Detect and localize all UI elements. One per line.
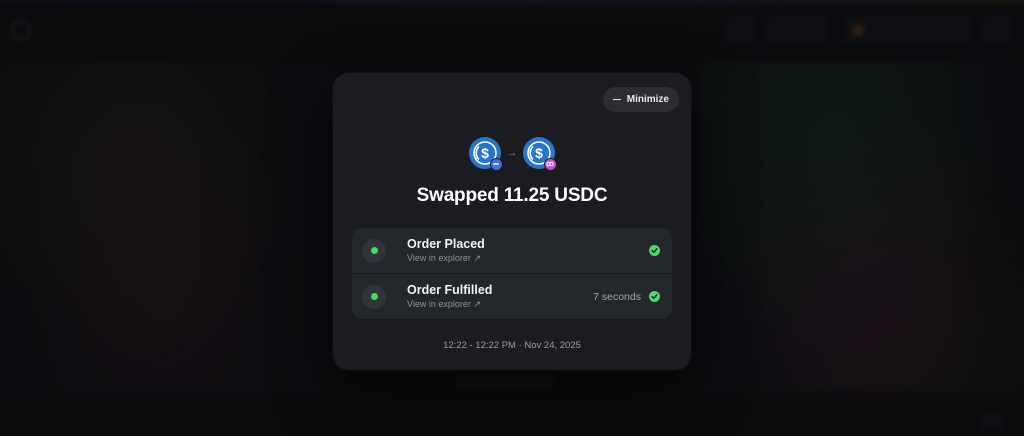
- swap-status-modal: Minimize $ → $ Swapped 11.25 USDC Order …: [333, 73, 691, 370]
- source-token: $: [469, 137, 503, 171]
- arrow-right-icon: →: [507, 147, 517, 159]
- step-order-placed: Order Placed View in explorer ↗: [352, 228, 672, 273]
- modal-title: Swapped 11.25 USDC: [416, 185, 608, 206]
- swap-timestamp: 12:22 - 12:22 PM · Nov 24, 2025: [443, 340, 581, 351]
- chain-badge-icon: [544, 158, 557, 171]
- step-label: Order Fulfilled: [407, 283, 493, 297]
- svg-text:$: $: [535, 145, 543, 161]
- token-pair: $ → $: [333, 137, 691, 171]
- check-circle-icon: [649, 245, 660, 256]
- svg-text:$: $: [481, 145, 489, 161]
- minimize-button[interactable]: Minimize: [602, 87, 679, 112]
- step-duration: 7 seconds: [593, 290, 641, 303]
- status-dot-icon: [362, 284, 386, 309]
- minimize-label: Minimize: [626, 94, 669, 105]
- order-steps: Order Placed View in explorer ↗ Order Fu…: [352, 228, 672, 319]
- step-label: Order Placed: [407, 237, 485, 251]
- destination-token: $: [523, 137, 557, 171]
- minus-icon: [612, 98, 621, 101]
- step-order-fulfilled: Order Fulfilled View in explorer ↗ 7 sec…: [352, 273, 672, 319]
- view-in-explorer-link[interactable]: View in explorer ↗: [407, 253, 485, 264]
- chain-badge-icon: [490, 158, 503, 171]
- view-in-explorer-link[interactable]: View in explorer ↗: [407, 299, 492, 310]
- status-dot-icon: [362, 238, 386, 263]
- check-circle-icon: [649, 291, 660, 302]
